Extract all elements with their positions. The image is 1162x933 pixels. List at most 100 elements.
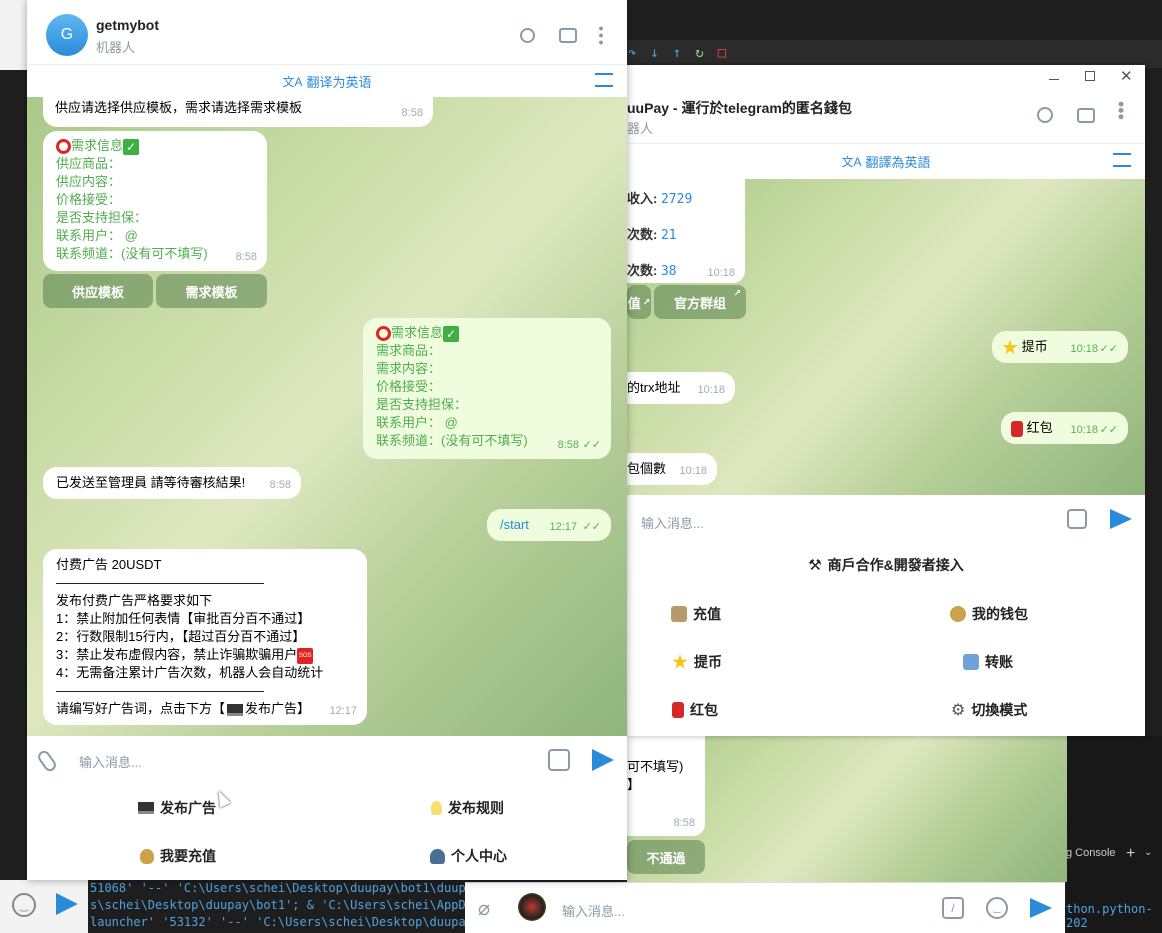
message-input[interactable]: 输入消息...	[79, 752, 142, 771]
send-icon[interactable]	[1110, 509, 1132, 529]
message-line: 供应内容：	[56, 174, 122, 189]
message-line: 需求商品：	[376, 343, 442, 358]
read-check-icon: ✓✓	[582, 439, 601, 451]
button-label: 充值	[693, 606, 721, 622]
chat-area: 收入: 2729 次数: 21 次数: 38 10:18 值 ↗ 官方群组 ↗ 提币…	[627, 179, 1145, 495]
sidebar-toggle-icon[interactable]	[559, 28, 577, 43]
translate-bar[interactable]: 文A 翻譯為英語	[627, 143, 1145, 179]
close-icon[interactable]: ✕	[1120, 67, 1133, 85]
star-icon	[672, 654, 688, 669]
message-line: 价格接受：	[56, 192, 122, 207]
translate-bar[interactable]: 文A 翻译为英语	[27, 64, 627, 97]
search-icon[interactable]	[1037, 107, 1053, 123]
read-check-icon: ✓✓	[1099, 343, 1118, 355]
merchant-cooperation-button[interactable]: ⚒ 商戶合作&開發者接入	[627, 555, 1145, 575]
message-line: 发布广告】	[245, 701, 311, 716]
sos-icon: SOS	[297, 647, 314, 664]
stat-label: 次数:	[627, 263, 658, 278]
window1: G getmybot 机器人 文A 翻译为英语 供应请选择供应模板，需求请选择需…	[27, 0, 627, 880]
message-line: 供应商品：	[56, 156, 122, 171]
terminal-line: launcher' '53132' '--' 'C:\Users\schei\D…	[90, 915, 470, 929]
check-icon: ✓	[123, 138, 140, 155]
laptop-icon	[138, 802, 154, 814]
maximize-icon[interactable]	[1085, 71, 1095, 81]
filter-icon[interactable]	[1113, 153, 1131, 167]
message-text: 可不填写)	[627, 759, 684, 774]
search-icon[interactable]	[520, 28, 535, 43]
message-title: 需求信息	[391, 325, 444, 340]
publish-rules-button[interactable]: 发布规则	[431, 798, 504, 818]
message-time: 8:58	[401, 107, 423, 119]
message-template-hint: 供应请选择供应模板，需求请选择需求模板 8:58	[43, 97, 433, 127]
recharge-button[interactable]: 充值	[671, 604, 721, 624]
message-time: 12:17	[549, 521, 577, 533]
star-icon	[1002, 339, 1018, 355]
chat-subtitle: 机器人	[96, 40, 136, 55]
window2: ✕ uuPay - 運行於telegram的匿名錢包 器人 ••• 文A 翻譯為…	[627, 65, 1145, 736]
recharge-button[interactable]: 我要充值	[140, 846, 216, 866]
keyboard-toggle-icon[interactable]	[1067, 509, 1087, 529]
supply-template-button[interactable]: 供应模板	[43, 274, 153, 308]
emoji-icon[interactable]: ‿	[12, 893, 36, 917]
message-text: 已发送至管理員 請等待審核結果!	[56, 475, 246, 490]
plus-icon[interactable]: +	[1126, 845, 1135, 863]
button-label: 红包	[690, 702, 718, 718]
debug-console-tab[interactable]: g Console	[1066, 847, 1116, 859]
my-wallet-button[interactable]: 我的钱包	[950, 604, 1028, 624]
attach-icon[interactable]: ⌀	[478, 896, 490, 921]
message-submitted: 已发送至管理員 請等待審核結果! 8:58	[43, 467, 301, 499]
inline-button-partial[interactable]: 值 ↗	[627, 285, 651, 319]
switch-mode-button[interactable]: ⚙ 切換模式	[951, 700, 1027, 720]
stat-value: 2729	[660, 192, 693, 207]
personal-center-button[interactable]: 个人中心	[430, 846, 507, 866]
withdraw-button[interactable]: 提币	[672, 652, 722, 672]
keyboard-toggle-icon[interactable]	[548, 749, 570, 771]
money-bag-icon	[950, 606, 966, 622]
slash-command-icon[interactable]: /	[942, 897, 964, 919]
transfer-button[interactable]: 转账	[963, 652, 1013, 672]
user-icon	[430, 848, 445, 864]
publish-ad-button[interactable]: 发布广告	[138, 798, 216, 818]
message-demand-filled: 需求信息 ✓ 需求商品： 需求内容： 价格接受： 是否支持担保： 联系用户： @ …	[363, 318, 611, 459]
avatar[interactable]: G	[46, 14, 88, 56]
window3-message-fragment: 可不填写) 】 8:58	[627, 736, 705, 836]
reject-button[interactable]: 不通過	[627, 840, 705, 874]
button-label: 切換模式	[971, 702, 1028, 718]
chat-title[interactable]: getmybot	[96, 17, 159, 33]
window3-input-bar	[465, 882, 1065, 933]
button-label: 发布规则	[448, 800, 504, 816]
message-paid-ad-rules: 付费广告 20USDT ———————————————— 发布付费广告严格要求如…	[43, 549, 367, 725]
message-text: 包個數	[627, 461, 667, 476]
avatar	[518, 893, 546, 921]
money-bag-icon	[140, 848, 154, 864]
stat-value: 38	[660, 264, 677, 279]
terminal-line: 51068' '--' 'C:\Users\schei\Desktop\duup…	[90, 881, 470, 895]
message-line: 联系用户： @	[376, 415, 458, 430]
send-icon[interactable]	[56, 893, 78, 915]
message-out-withdraw: 提币 10:18 ✓✓	[992, 331, 1128, 363]
more-menu-icon[interactable]	[599, 25, 603, 45]
command-link[interactable]: /start	[500, 517, 529, 532]
button-label: 我要充值	[160, 848, 216, 864]
redpacket-button[interactable]: 红包	[672, 700, 718, 720]
filter-icon[interactable]	[595, 73, 613, 87]
stat-label: 次数:	[627, 227, 658, 242]
message-time: 10:18	[1070, 343, 1098, 355]
more-menu-icon[interactable]: •••	[1111, 101, 1131, 120]
chat-area: 供应请选择供应模板，需求请选择需求模板 8:58 需求信息 ✓ 供应商品： 供应内…	[27, 97, 627, 736]
send-icon[interactable]	[592, 749, 614, 771]
sidebar-toggle-icon[interactable]	[1077, 108, 1095, 123]
debug-toolbar-icons[interactable]: ↷↓↑↻□	[628, 45, 740, 61]
message-input[interactable]: 输入消息...	[562, 901, 625, 920]
send-icon[interactable]	[1030, 898, 1052, 918]
translate-label: 翻译为英语	[306, 74, 372, 90]
message-input[interactable]: 输入消息...	[641, 513, 704, 532]
message-line: 联系用户： @	[56, 228, 138, 243]
official-group-button[interactable]: 官方群组 ↗	[654, 285, 746, 319]
demand-template-button[interactable]: 需求模板	[156, 274, 267, 308]
chevron-down-icon[interactable]: ⌄	[1144, 847, 1152, 858]
attach-icon[interactable]	[35, 748, 59, 774]
message-line: 需求内容：	[376, 361, 442, 376]
emoji-icon[interactable]: ‿	[986, 897, 1008, 919]
minimize-icon[interactable]	[1049, 79, 1059, 80]
